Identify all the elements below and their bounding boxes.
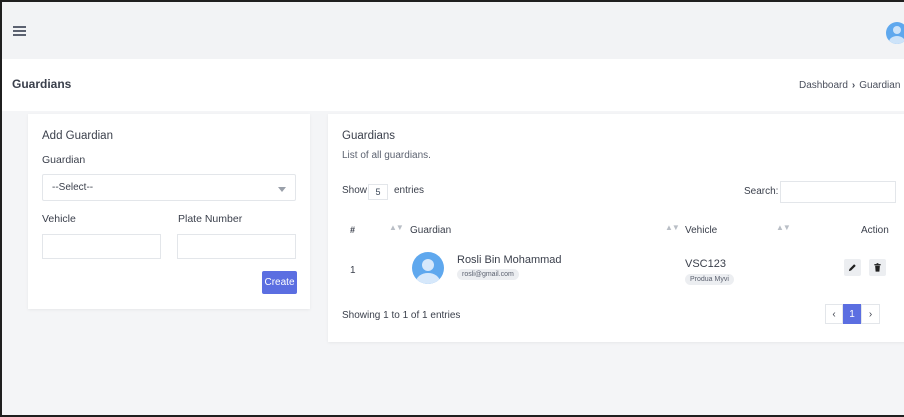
- pagination-next-button[interactable]: ›: [861, 304, 880, 324]
- column-header-vehicle[interactable]: Vehicle: [685, 225, 717, 236]
- row-index: 1: [350, 265, 356, 276]
- pencil-icon: [848, 264, 856, 272]
- vehicle-plate: VSC123: [685, 258, 726, 270]
- chevron-right-icon: ›: [851, 80, 856, 91]
- top-navbar: [2, 2, 904, 59]
- guardian-avatar-icon: [412, 252, 444, 284]
- vehicle-label: Vehicle: [42, 213, 76, 225]
- column-header-action: Action: [861, 225, 889, 236]
- guardian-email-badge: rosli@gmail.com: [457, 269, 519, 280]
- caret-down-icon: [278, 187, 286, 192]
- breadcrumb-guardian: Guardian: [859, 80, 901, 91]
- vehicle-input[interactable]: [42, 234, 161, 259]
- plate-number-label: Plate Number: [178, 213, 243, 225]
- sort-icon: ▲▼: [776, 223, 791, 232]
- table-info: Showing 1 to 1 of 1 entries: [342, 310, 461, 321]
- plate-number-input[interactable]: [177, 234, 296, 259]
- guardians-list-title: Guardians: [342, 130, 396, 142]
- guardians-list-subtitle: List of all guardians.: [342, 150, 431, 161]
- guardian-label: Guardian: [42, 154, 86, 166]
- sort-icon: ▲▼: [665, 223, 680, 232]
- trash-icon: [874, 263, 881, 272]
- search-input[interactable]: [780, 181, 896, 203]
- vehicle-model-badge: Produa Myvi: [685, 274, 734, 285]
- guardian-select-value: --Select--: [52, 182, 94, 193]
- guardian-select[interactable]: --Select--: [42, 174, 296, 201]
- guardians-list-card: Guardians List of all guardians. Show 5 …: [328, 114, 904, 342]
- add-guardian-title: Add Guardian: [42, 130, 113, 142]
- user-avatar-icon[interactable]: [886, 22, 904, 44]
- app-frame: Guardians Dashboard › Guardian Add Guardia…: [0, 0, 904, 417]
- column-header-index[interactable]: #: [350, 225, 355, 235]
- search-label: Search:: [744, 186, 779, 197]
- edit-button[interactable]: [844, 259, 861, 276]
- pagination-prev-button[interactable]: ‹: [825, 304, 843, 324]
- breadcrumb-dashboard[interactable]: Dashboard: [799, 80, 848, 91]
- page-header: Guardians Dashboard › Guardian: [2, 59, 904, 111]
- delete-button[interactable]: [869, 259, 886, 276]
- create-button[interactable]: Create: [262, 271, 297, 294]
- hamburger-icon[interactable]: [13, 26, 26, 36]
- show-label: Show: [342, 185, 368, 196]
- guardian-name: Rosli Bin Mohammad: [457, 254, 562, 266]
- pagination-page-1[interactable]: 1: [843, 304, 861, 324]
- entries-per-page-select[interactable]: 5: [368, 184, 388, 200]
- sort-icon: ▲▼: [389, 223, 404, 232]
- entries-label: entries: [394, 185, 425, 196]
- add-guardian-card: Add Guardian Guardian --Select-- Vehicle…: [28, 114, 310, 309]
- column-header-guardian[interactable]: Guardian: [410, 225, 451, 236]
- breadcrumb: Dashboard › Guardian: [799, 80, 900, 91]
- page-title: Guardians: [12, 77, 72, 91]
